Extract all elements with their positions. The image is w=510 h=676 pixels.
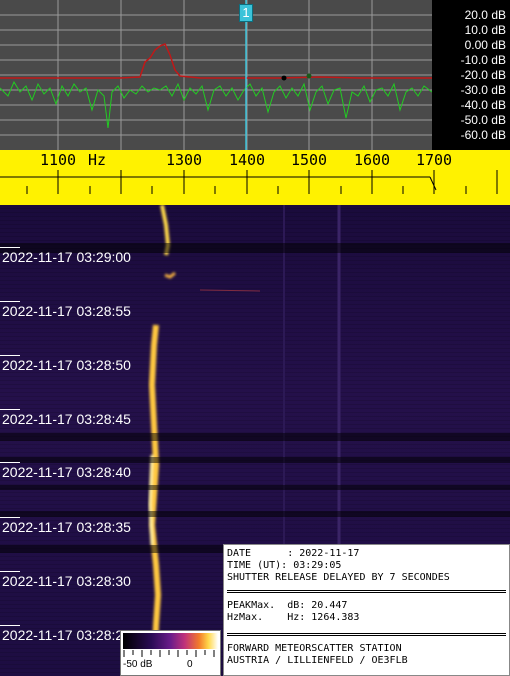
station-info-box: DATE : 2022-11-17 TIME (UT): 03:29:05 SH…: [223, 544, 510, 676]
info-peak-hz: HzMax. Hz: 1264.383: [227, 612, 360, 623]
freq-label: 1500: [290, 151, 328, 169]
timestamp: 2022-11-17 03:28:25: [2, 627, 131, 643]
db-label: -40.0 dB: [460, 98, 506, 112]
info-separator: [227, 590, 506, 593]
db-label: 20.0 dB: [464, 8, 506, 22]
timestamp: 2022-11-17 03:28:55: [2, 303, 131, 319]
info-separator: [227, 633, 506, 636]
db-label: 10.0 dB: [464, 23, 506, 37]
timestamp: 2022-11-17 03:29:00: [2, 249, 131, 265]
timestamp: 2022-11-17 03:28:40: [2, 464, 131, 480]
colorbar-ticks: [123, 650, 215, 657]
colorbar-legend: -50 dB 0: [120, 630, 221, 676]
info-date: DATE : 2022-11-17: [227, 548, 360, 559]
timestamp-tick: [0, 462, 20, 463]
freq-label: 1100: [39, 151, 77, 169]
timestamp: 2022-11-17 03:28:50: [2, 357, 131, 373]
db-label: -30.0 dB: [460, 83, 506, 97]
marker-dot-1: [281, 75, 287, 81]
timestamp-tick: [0, 247, 20, 248]
freq-label: 1700: [415, 151, 453, 169]
timestamp: 2022-11-17 03:28:35: [2, 519, 131, 535]
freq-label: 1400: [228, 151, 266, 169]
db-scale-panel: 20.0 dB 10.0 dB 0.00 dB -10.0 dB -20.0 d…: [432, 0, 510, 150]
colorbar-gradient: [123, 633, 218, 649]
marker-dot-2: [306, 73, 312, 79]
db-label: -20.0 dB: [460, 68, 506, 82]
colorbar-min-label: -50 dB: [123, 659, 153, 670]
info-time: TIME (UT): 03:29:05: [227, 560, 342, 571]
info-location: AUSTRIA / LILLIENFELD / OE3FLB: [227, 655, 408, 666]
timestamp-tick: [0, 355, 20, 356]
timestamp: 2022-11-17 03:28:30: [2, 573, 131, 589]
spectrum-lab-window: 20.0 dB 10.0 dB 0.00 dB -10.0 dB -20.0 d…: [0, 0, 510, 676]
timestamp: 2022-11-17 03:28:45: [2, 411, 131, 427]
colorbar-max-label: 0: [187, 659, 193, 670]
frequency-marker-badge[interactable]: 1: [239, 4, 253, 22]
freq-label: 1300: [165, 151, 203, 169]
db-label: -10.0 dB: [460, 53, 506, 67]
timestamp-tick: [0, 625, 20, 626]
info-shutter: SHUTTER RELEASE DELAYED BY 7 SECONDES: [227, 572, 450, 583]
db-label: 0.00 dB: [464, 38, 506, 52]
db-label: -50.0 dB: [460, 113, 506, 127]
db-label: -60.0 dB: [460, 128, 506, 142]
spectrum-graph[interactable]: 20.0 dB 10.0 dB 0.00 dB -10.0 dB -20.0 d…: [0, 0, 510, 150]
frequency-ruler[interactable]: 1100 Hz 1300 1400 1500 1600 1700: [0, 150, 510, 205]
freq-unit-label: Hz: [87, 151, 107, 169]
info-station: FORWARD METEORSCATTER STATION: [227, 643, 402, 654]
timestamp-tick: [0, 571, 20, 572]
timestamp-tick: [0, 409, 20, 410]
timestamp-tick: [0, 301, 20, 302]
freq-label: 1600: [353, 151, 391, 169]
info-peak-db: PEAKMax. dB: 20.447: [227, 600, 348, 611]
timestamp-tick: [0, 517, 20, 518]
